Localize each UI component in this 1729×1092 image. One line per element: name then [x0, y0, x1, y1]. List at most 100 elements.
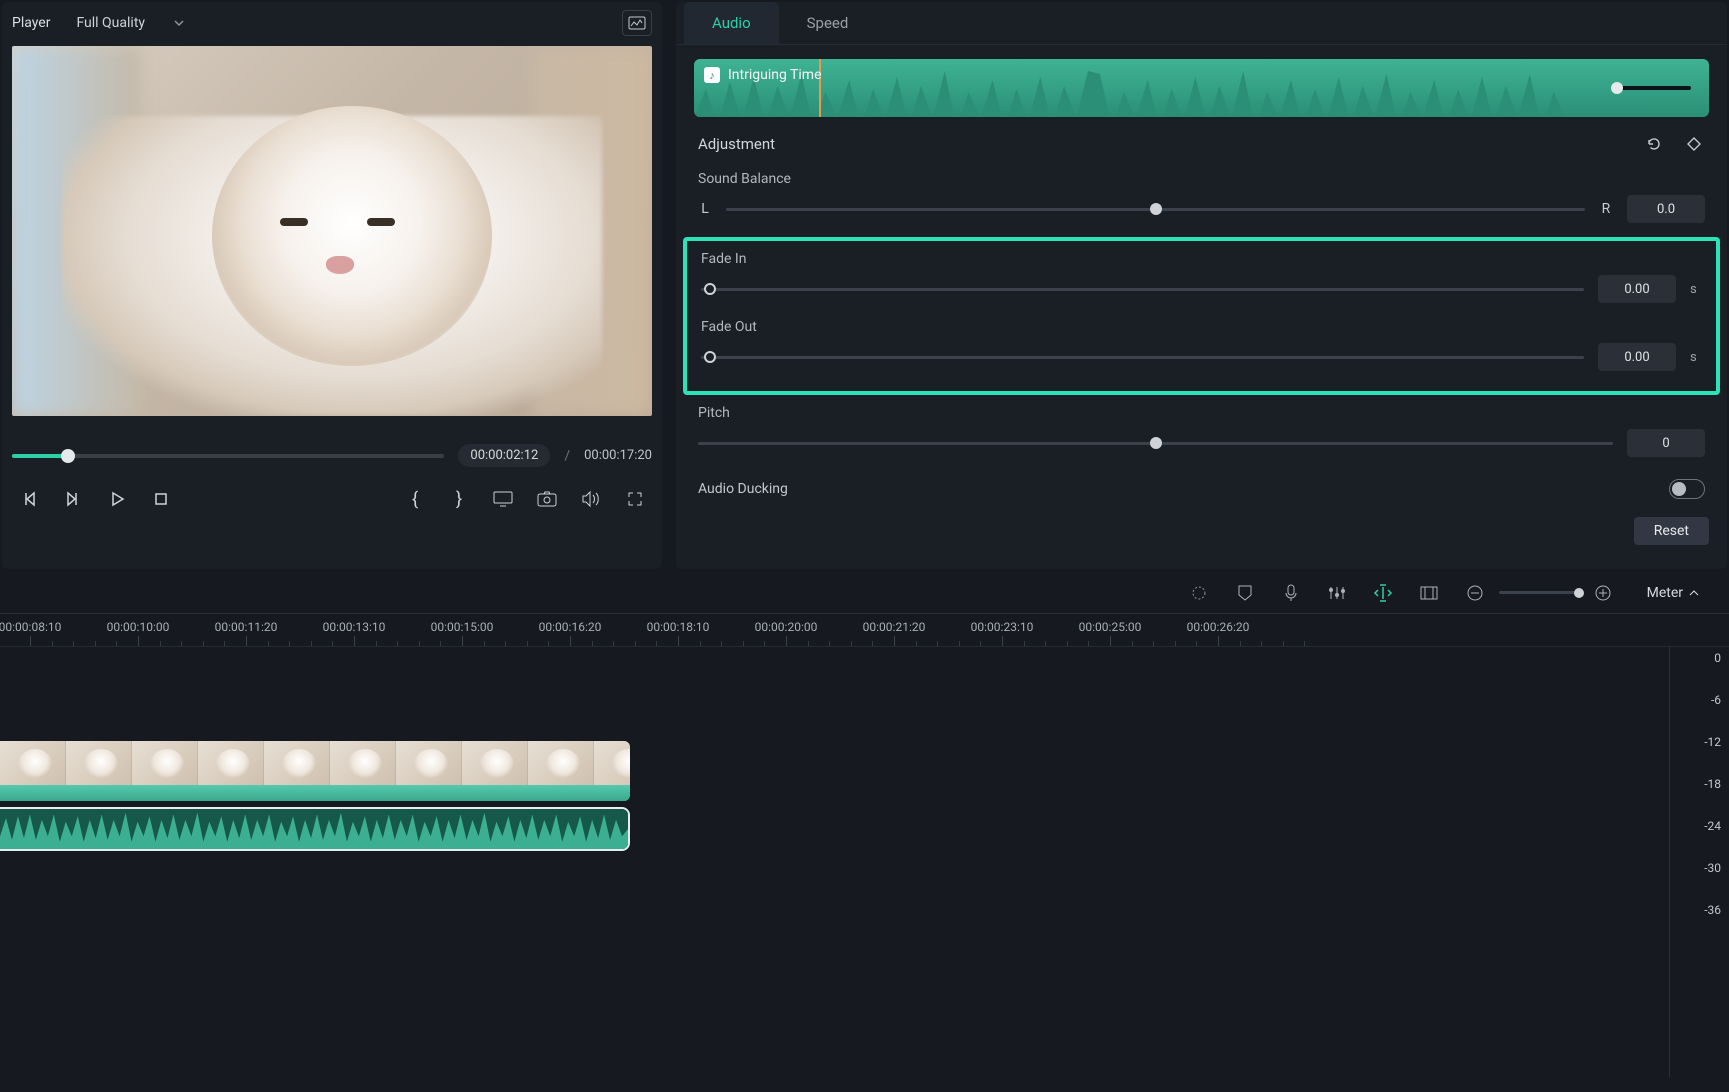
timeline: 00:00:08:10 00:00:10:00 00:00:11:20 00:00:1…	[0, 613, 1729, 1092]
tab-audio[interactable]: Audio	[684, 2, 779, 44]
mixer-icon	[1328, 585, 1346, 601]
total-duration: 00:00:17:20	[584, 448, 652, 463]
crop-icon	[1420, 586, 1438, 600]
player-title: Player	[12, 15, 50, 31]
player-panel: Player Full Quality 00:00:02:12 /	[2, 2, 662, 569]
play-button[interactable]	[100, 483, 134, 515]
timeline-tracks[interactable]: 0 -6 -12 -18 -24 -30 -36	[0, 647, 1729, 1027]
plus-circle-icon	[1594, 584, 1612, 602]
pitch-slider[interactable]	[698, 442, 1613, 445]
scopes-button[interactable]	[622, 10, 652, 36]
ruler-label: 00:00:10:00	[107, 620, 170, 634]
ruler-label: 00:00:23:10	[971, 620, 1034, 634]
ruler-label: 00:00:25:00	[1079, 620, 1142, 634]
next-frame-button[interactable]	[56, 483, 90, 515]
ruler-label: 00:00:21:20	[863, 620, 926, 634]
music-note-icon: ♪	[704, 67, 720, 83]
audio-mixer-button[interactable]	[1323, 579, 1351, 607]
adjustment-heading: Adjustment	[698, 135, 775, 153]
audio-ducking-label: Audio Ducking	[698, 481, 788, 497]
audio-track-name: Intriguing Time	[728, 67, 822, 83]
reset-adjustment-button[interactable]	[1643, 133, 1665, 155]
playhead-scrubber[interactable]	[12, 454, 444, 458]
shield-icon	[1237, 584, 1253, 602]
fullscreen-button[interactable]	[618, 483, 652, 515]
ruler-label: 00:00:20:00	[755, 620, 818, 634]
meter-tick: -24	[1704, 819, 1721, 833]
zoom-out-button[interactable]	[1461, 579, 1489, 607]
display-settings-button[interactable]	[486, 483, 520, 515]
record-voiceover-button[interactable]	[1277, 579, 1305, 607]
auto-beat-sync-button[interactable]	[1369, 579, 1397, 607]
audio-track-chip[interactable]: ♪ Intriguing Time	[694, 59, 1709, 117]
tab-speed[interactable]: Speed	[779, 2, 877, 44]
meter-toggle[interactable]: Meter	[1647, 585, 1699, 601]
meter-tick: -18	[1704, 777, 1721, 791]
fade-in-slider[interactable]	[701, 288, 1584, 291]
zoom-in-button[interactable]	[1589, 579, 1617, 607]
fade-in-label: Fade In	[701, 251, 1702, 267]
pitch-value[interactable]: 0	[1627, 429, 1705, 457]
reset-button[interactable]: Reset	[1634, 517, 1709, 545]
fade-out-label: Fade Out	[701, 319, 1702, 335]
current-time[interactable]: 00:00:02:12	[458, 444, 550, 467]
pitch-label: Pitch	[698, 405, 1705, 421]
snapshot-button[interactable]	[530, 483, 564, 515]
chevron-down-icon	[173, 17, 185, 29]
zoom-slider[interactable]	[1499, 591, 1579, 594]
track-end-handle[interactable]	[1617, 86, 1691, 90]
chart-icon	[628, 16, 646, 30]
audio-ducking-toggle[interactable]	[1669, 479, 1705, 499]
meter-tick: -36	[1704, 903, 1721, 917]
mark-in-button[interactable]: {	[398, 483, 432, 515]
meter-tick: -30	[1704, 861, 1721, 875]
beat-icon	[1373, 584, 1393, 602]
quality-dropdown[interactable]: Full Quality	[68, 11, 193, 35]
diamond-icon	[1687, 137, 1701, 151]
fade-in-unit: s	[1690, 282, 1702, 297]
waveform-icon	[694, 59, 1709, 117]
ruler-label: 00:00:08:10	[0, 620, 61, 634]
mark-out-button[interactable]: }	[442, 483, 476, 515]
fade-out-value[interactable]: 0.00	[1598, 343, 1676, 371]
balance-right-label: R	[1599, 201, 1613, 217]
sparkle-icon	[1190, 584, 1208, 602]
ruler-label: 00:00:16:20	[539, 620, 602, 634]
caret-up-icon	[1689, 589, 1699, 597]
fade-highlight-box: Fade In 0.00 s Fade Out 0.00 s	[683, 237, 1720, 395]
balance-left-label: L	[698, 201, 712, 217]
fade-out-slider[interactable]	[701, 356, 1584, 359]
video-preview[interactable]	[12, 46, 652, 416]
properties-panel: Audio Speed ♪ Intriguing Time Adjustment	[676, 2, 1727, 569]
meter-tick: 0	[1714, 651, 1721, 665]
volume-button[interactable]	[574, 483, 608, 515]
stop-button[interactable]	[144, 483, 178, 515]
audio-clip[interactable]	[0, 807, 630, 851]
ruler-label: 00:00:11:20	[215, 620, 278, 634]
ruler-label: 00:00:26:20	[1187, 620, 1250, 634]
prev-frame-button[interactable]	[12, 483, 46, 515]
minus-circle-icon	[1466, 584, 1484, 602]
sound-balance-value[interactable]: 0.0	[1627, 195, 1705, 223]
ruler-label: 00:00:18:10	[647, 620, 710, 634]
sound-balance-label: Sound Balance	[698, 171, 1705, 187]
video-clip[interactable]	[0, 741, 630, 801]
undo-icon	[1645, 135, 1663, 153]
render-preview-button[interactable]	[1185, 579, 1213, 607]
audio-meter: 0 -6 -12 -18 -24 -30 -36	[1669, 647, 1729, 1077]
meter-tick: -12	[1704, 735, 1721, 749]
waveform-icon	[0, 809, 628, 849]
quality-value: Full Quality	[76, 15, 145, 31]
sound-balance-slider[interactable]	[726, 208, 1585, 211]
fade-in-value[interactable]: 0.00	[1598, 275, 1676, 303]
marker-button[interactable]	[1231, 579, 1259, 607]
meter-tick: -6	[1711, 693, 1721, 707]
microphone-icon	[1284, 584, 1298, 602]
timeline-ruler[interactable]: 00:00:08:10 00:00:10:00 00:00:11:20 00:00:1…	[0, 613, 1729, 647]
timeline-toolbar: Meter	[0, 569, 1729, 613]
adjust-clip-button[interactable]	[1415, 579, 1443, 607]
ruler-label: 00:00:15:00	[431, 620, 494, 634]
keyframe-button[interactable]	[1683, 133, 1705, 155]
fade-out-unit: s	[1690, 350, 1702, 365]
ruler-label: 00:00:13:10	[323, 620, 386, 634]
